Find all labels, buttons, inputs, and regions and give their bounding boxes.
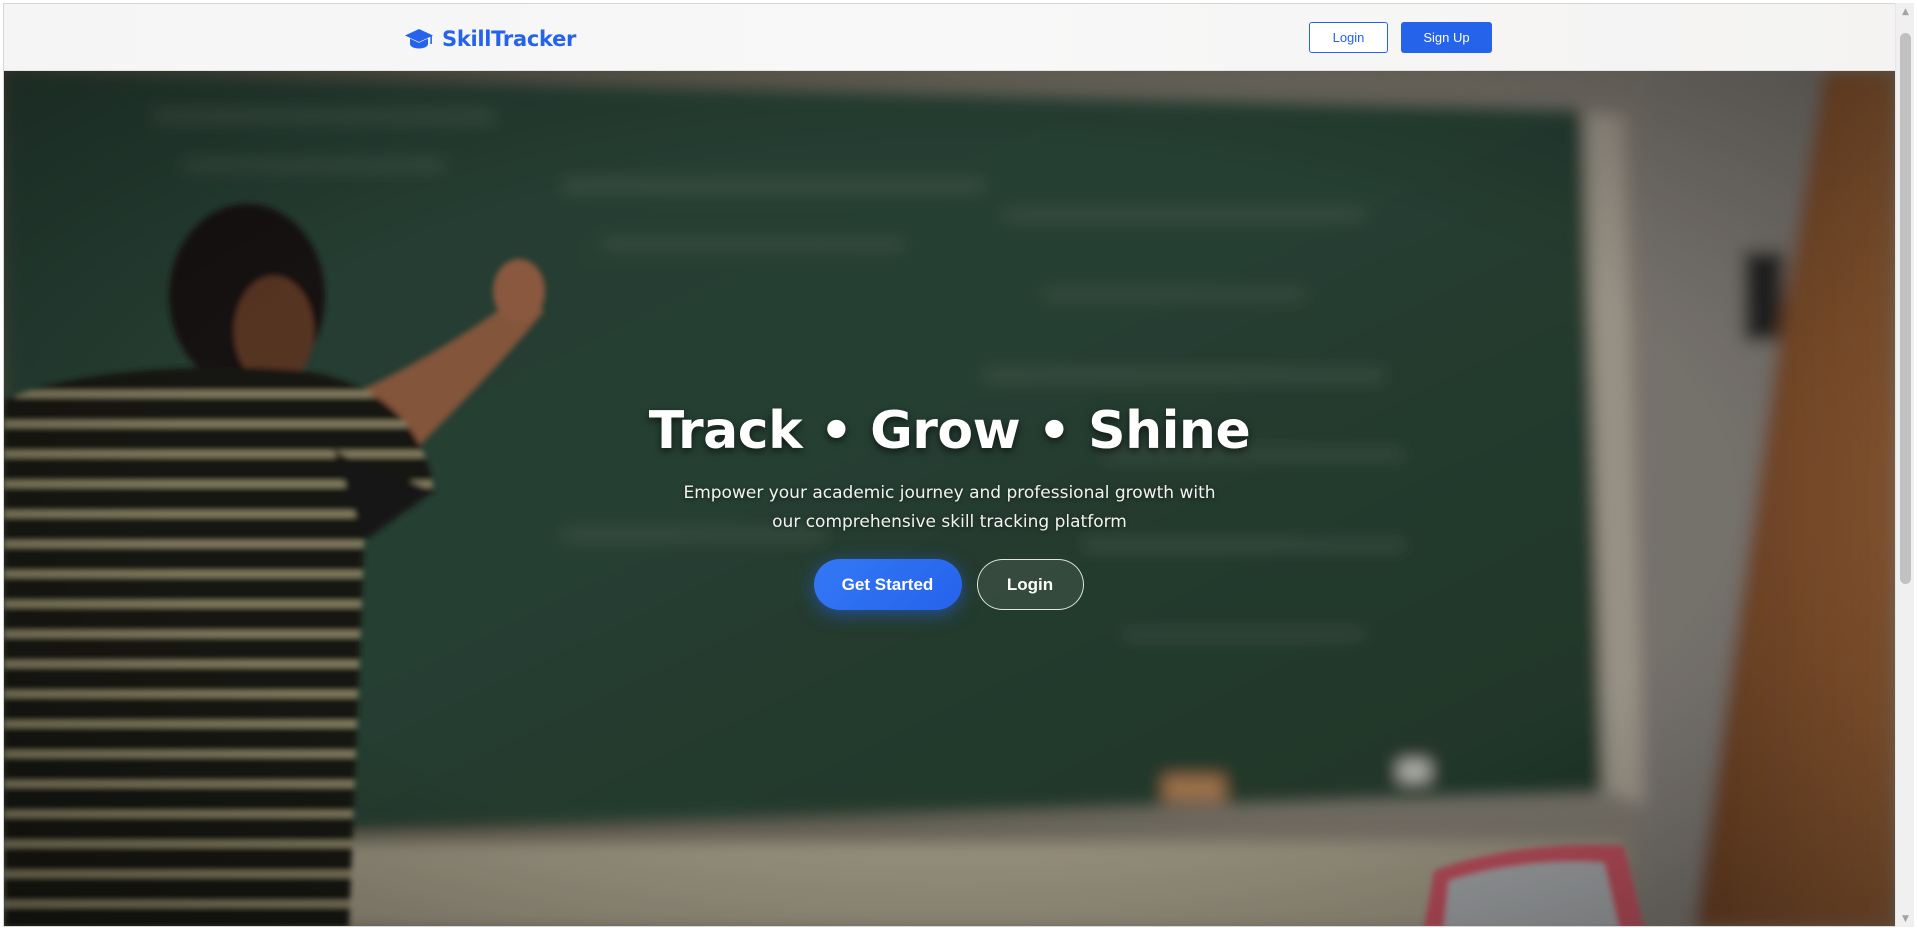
scroll-down-arrow-icon[interactable]: ▼ [1896,910,1915,927]
navbar: SkillTracker Login Sign Up [4,4,1895,71]
nav-login-button[interactable]: Login [1309,22,1388,53]
hero-subtitle: Empower your academic journey and profes… [683,483,1216,532]
hero-actions: Get Started Login [4,559,1894,610]
browser-viewport: SkillTracker Login Sign Up Track • Grow … [3,3,1895,927]
hero-content: Track • Grow • Shine Empower your academ… [4,401,1895,610]
get-started-button[interactable]: Get Started [813,559,962,610]
graduation-cap-icon [405,29,433,49]
brand-name: SkillTracker [442,27,577,51]
hero-section: Track • Grow • Shine Empower your academ… [4,71,1895,926]
hero-login-button[interactable]: Login [976,559,1084,610]
brand-logo-link[interactable]: SkillTracker [404,24,576,54]
scroll-up-arrow-icon[interactable]: ▲ [1896,3,1915,20]
scrollbar-thumb[interactable] [1900,33,1911,584]
hero-title: Track • Grow • Shine [648,401,1251,461]
vertical-scrollbar[interactable]: ▲ ▼ [1895,3,1914,927]
nav-signup-button[interactable]: Sign Up [1401,22,1492,53]
